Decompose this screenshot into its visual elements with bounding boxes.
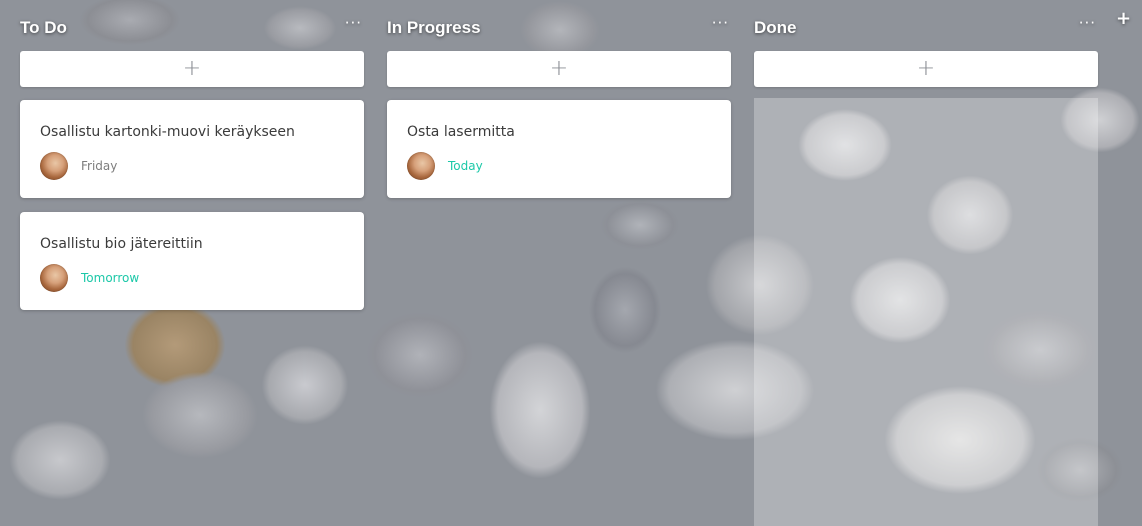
column-in-progress: In Progress ··· + Osta lasermitta Today [387, 0, 731, 198]
plus-icon: + [549, 56, 569, 81]
due-date: Friday [81, 159, 118, 173]
avatar [407, 152, 435, 180]
avatar [40, 264, 68, 292]
kanban-board: To Do ··· + Osallistu kartonki-muovi ker… [0, 0, 1142, 526]
task-card[interactable]: Osallistu bio jätereittiin Tomorrow [20, 212, 364, 310]
add-column-icon[interactable]: + [1116, 8, 1131, 29]
column-title: To Do [20, 18, 67, 37]
more-options-icon[interactable]: ··· [1079, 14, 1096, 32]
add-card-button[interactable]: + [387, 51, 731, 87]
card-title: Osallistu kartonki-muovi keräykseen [40, 124, 295, 140]
task-card[interactable]: Osallistu kartonki-muovi keräykseen Frid… [20, 100, 364, 198]
done-column-dropzone[interactable] [754, 98, 1098, 526]
add-card-button[interactable]: + [754, 51, 1098, 87]
plus-icon: + [916, 56, 936, 81]
column-title: In Progress [387, 18, 481, 37]
card-title: Osta lasermitta [407, 124, 515, 140]
card-title: Osallistu bio jätereittiin [40, 236, 203, 252]
more-options-icon[interactable]: ··· [712, 14, 729, 32]
plus-icon: + [182, 56, 202, 81]
column-header: To Do ··· [20, 0, 364, 46]
add-card-button[interactable]: + [20, 51, 364, 87]
task-card[interactable]: Osta lasermitta Today [387, 100, 731, 198]
due-date: Today [448, 159, 483, 173]
column-title: Done [754, 18, 797, 37]
column-header: In Progress ··· [387, 0, 731, 46]
due-date: Tomorrow [81, 271, 140, 285]
column-to-do: To Do ··· + Osallistu kartonki-muovi ker… [20, 0, 364, 310]
avatar [40, 152, 68, 180]
column-header: Done ··· [754, 0, 1098, 46]
more-options-icon[interactable]: ··· [345, 14, 362, 32]
column-done: Done ··· + [754, 0, 1098, 87]
